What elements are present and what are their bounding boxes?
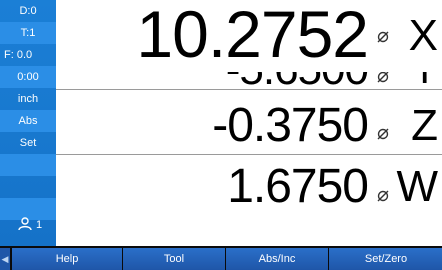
datum-indicator[interactable]: D:0: [0, 0, 56, 22]
tool-indicator[interactable]: T:1: [0, 22, 56, 44]
chevron-left-icon[interactable]: ◀: [0, 248, 10, 270]
user-icon: [18, 217, 32, 231]
diameter-icon: [377, 31, 389, 43]
diameter-icon: [377, 72, 389, 83]
set-indicator[interactable]: Set: [0, 132, 56, 154]
status-bar: D:0 T:1 F: 0.0 0:00 inch Abs Set 1: [0, 0, 56, 246]
axis-value-x: 10.2752: [136, 0, 369, 71]
diameter-icon: [377, 190, 389, 202]
axis-row-w[interactable]: 1.6750 W: [56, 155, 442, 246]
set-zero-button[interactable]: Set/Zero: [328, 248, 442, 270]
axis-row-x[interactable]: 10.2752 X: [56, 0, 442, 72]
units-indicator[interactable]: inch: [0, 88, 56, 110]
feed-rate-indicator[interactable]: F: 0.0: [0, 44, 56, 66]
axis-label-w: W: [396, 162, 438, 211]
abs-inc-indicator[interactable]: Abs: [0, 110, 56, 132]
axis-label-z: Z: [411, 101, 438, 150]
statusbar-blank-1: [0, 154, 56, 176]
axis-row-y[interactable]: -5.6500 Y: [56, 72, 442, 89]
abs-inc-button[interactable]: Abs/Inc: [225, 248, 328, 270]
diameter-icon: [377, 128, 389, 140]
axis-value-w: 1.6750: [227, 160, 369, 213]
tool-button[interactable]: Tool: [122, 248, 225, 270]
user-indicator[interactable]: 1: [0, 212, 56, 238]
help-button[interactable]: Help: [11, 248, 122, 270]
stopwatch-indicator[interactable]: 0:00: [0, 66, 56, 88]
dro-screen: D:0 T:1 F: 0.0 0:00 inch Abs Set 1 10.27…: [0, 0, 442, 270]
axis-value-y: -5.6500: [226, 72, 369, 89]
softkey-bar: ◀ Help Tool Abs/Inc Set/Zero: [0, 246, 442, 270]
axis-label-x: X: [408, 11, 438, 60]
axis-value-z: -0.3750: [212, 99, 369, 152]
axis-row-z[interactable]: -0.3750 Z: [56, 90, 442, 154]
statusbar-blank-2: [0, 176, 56, 198]
axis-label-y: Y: [411, 72, 438, 89]
user-number: 1: [36, 219, 43, 231]
